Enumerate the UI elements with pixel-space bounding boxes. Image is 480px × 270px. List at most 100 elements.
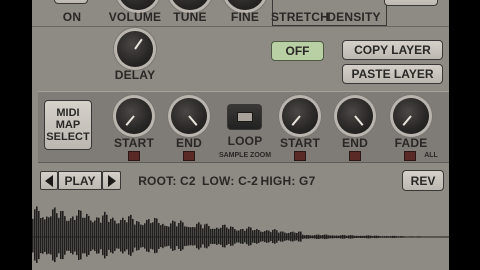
waveform-bar <box>428 236 430 238</box>
fade-knob[interactable] <box>393 98 429 134</box>
waveform-bar <box>138 221 140 250</box>
waveform-bar <box>58 217 60 254</box>
loop-label: LOOP <box>227 134 263 148</box>
waveform-bar <box>240 229 242 244</box>
midi-map-line1: MIDI <box>56 107 80 119</box>
fade-led[interactable] <box>404 151 416 161</box>
waveform-bar <box>400 236 402 238</box>
midi-map-select-button[interactable]: MIDI MAP SELECT <box>44 100 92 150</box>
waveform-bar <box>94 220 96 251</box>
waveform-bar <box>206 223 208 249</box>
waveform-bar <box>364 235 366 238</box>
all-label: ALL <box>424 152 438 159</box>
loop-toggle-button[interactable] <box>227 104 262 130</box>
waveform-bar <box>344 235 346 239</box>
waveform-bar <box>180 220 182 251</box>
waveform-bar <box>442 236 444 238</box>
loop-end-label: END <box>342 136 368 150</box>
knob-indicator <box>188 115 198 126</box>
tune-label: TUNE <box>173 10 207 24</box>
waveform-bar <box>184 226 186 247</box>
waveform-bar <box>342 234 344 239</box>
waveform-bar <box>272 229 274 244</box>
waveform-bar <box>74 219 76 252</box>
waveform-bar <box>226 227 228 246</box>
waveform-bar <box>104 211 106 259</box>
sample-end-led[interactable] <box>183 151 195 161</box>
waveform-bar <box>420 236 422 238</box>
waveform-bar <box>64 216 66 255</box>
waveform-bar <box>168 226 170 246</box>
delay-knob[interactable] <box>117 31 153 67</box>
top-right-button-partial[interactable] <box>384 0 438 6</box>
waveform-bar <box>436 236 438 238</box>
midi-map-line2: MAP <box>55 119 81 131</box>
waveform-bar <box>80 210 82 260</box>
waveform-bar <box>160 225 162 248</box>
sample-start-knob[interactable] <box>116 98 152 134</box>
loop-end-led[interactable] <box>349 151 361 161</box>
waveform-bar <box>36 206 38 263</box>
knob-indicator <box>402 115 412 126</box>
waveform-bar <box>196 223 198 249</box>
fade-label: FADE <box>394 136 428 150</box>
waveform-bar <box>276 230 278 243</box>
waveform-bar <box>406 236 408 238</box>
waveform-bar <box>362 235 364 238</box>
top-divider <box>32 26 449 27</box>
waveform-bar <box>50 216 52 255</box>
sample-start-label: START <box>113 136 155 150</box>
waveform-bar <box>172 220 174 251</box>
waveform-bar <box>92 222 94 250</box>
on-toggle-button[interactable] <box>54 0 88 4</box>
waveform-bar <box>438 236 440 238</box>
waveform-bar <box>294 232 296 241</box>
waveform-bar <box>128 216 130 255</box>
loop-start-led[interactable] <box>294 151 306 161</box>
sample-waveform[interactable] <box>32 195 449 270</box>
waveform-bar <box>414 236 416 238</box>
waveform-bar <box>328 235 330 239</box>
waveform-bar <box>262 231 264 242</box>
waveform-bar <box>208 226 210 247</box>
waveform-bar <box>390 236 392 238</box>
waveform-bar <box>320 235 322 239</box>
waveform-bar <box>190 227 192 246</box>
fine-knob-partial[interactable] <box>225 0 265 10</box>
waveform-bar <box>284 232 286 241</box>
copy-layer-button[interactable]: COPY LAYER <box>342 40 443 60</box>
waveform-bar <box>256 229 258 244</box>
triangle-right-icon <box>107 174 116 187</box>
waveform-bar <box>152 222 154 250</box>
waveform-bar <box>188 227 190 246</box>
sample-start-led[interactable] <box>128 151 140 161</box>
waveform-bar <box>340 235 342 239</box>
off-button[interactable]: OFF <box>271 41 324 61</box>
waveform-bar <box>224 224 226 248</box>
waveform-bar <box>228 228 230 244</box>
waveform-bar <box>274 229 276 244</box>
reverse-button[interactable]: REV <box>402 170 444 191</box>
waveform-bar <box>312 235 314 239</box>
waveform-bar <box>126 222 128 250</box>
waveform-bar <box>368 235 370 239</box>
waveform-bar <box>222 224 224 248</box>
play-button[interactable]: PLAY <box>58 171 102 190</box>
tune-knob-partial[interactable] <box>170 0 210 10</box>
waveform-bar <box>314 235 316 239</box>
sample-end-knob[interactable] <box>171 98 207 134</box>
prev-button[interactable] <box>40 171 58 190</box>
waveform-bar <box>322 235 324 239</box>
waveform-bar <box>382 236 384 238</box>
loop-end-knob[interactable] <box>337 98 373 134</box>
waveform-bar <box>166 225 168 247</box>
waveform-bar <box>70 218 72 253</box>
next-button[interactable] <box>102 171 121 190</box>
waveform-bar <box>434 236 436 238</box>
waveform-bar <box>48 217 50 254</box>
waveform-bar <box>384 236 386 238</box>
paste-layer-button[interactable]: PASTE LAYER <box>342 64 443 84</box>
volume-knob-partial[interactable] <box>118 0 158 10</box>
loop-start-knob[interactable] <box>282 98 318 134</box>
waveform-bar <box>88 215 90 255</box>
